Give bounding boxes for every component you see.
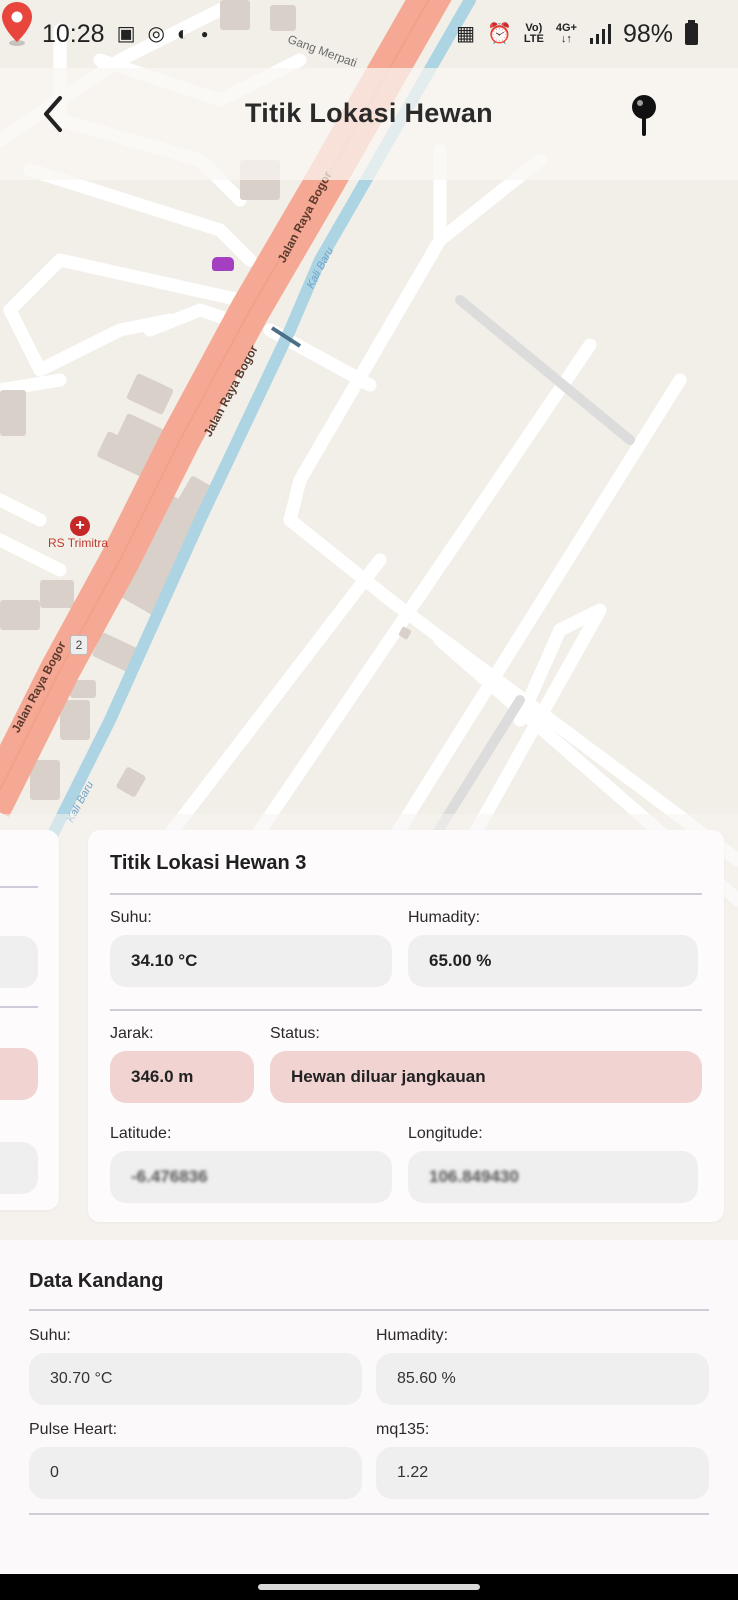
humidity-value: 65.00 % [408, 935, 698, 987]
status-value: Hewan diluar jangkauan [270, 1051, 702, 1103]
kandang-suhu-value: 30.70 °C [29, 1353, 362, 1405]
route-number-badge: 2 [70, 635, 88, 655]
volte-indicator: Vo) LTE [524, 23, 544, 45]
clock: 10:28 [42, 19, 105, 48]
kandang-humidity-value: 85.60 % [376, 1353, 709, 1405]
volte-bottom-text: LTE [523, 33, 544, 45]
latitude-label: Latitude: [110, 1125, 172, 1142]
longitude-value: 106.849430 [429, 1167, 519, 1186]
jarak-label: Jarak: [110, 1025, 154, 1042]
card-divider [110, 893, 702, 895]
previous-card-field [0, 936, 38, 988]
kandang-bottom-divider [29, 1513, 709, 1515]
kandang-pulse-label: Pulse Heart: [29, 1421, 118, 1438]
poi-label-hospital[interactable]: RS Trimitra [48, 536, 108, 550]
previous-card-field [0, 1048, 38, 1100]
kandang-divider [29, 1309, 709, 1311]
alarm-icon: ⏰ [486, 23, 512, 45]
humidity-label: Humadity: [408, 909, 481, 926]
data-arrows-text: ↓↑ [560, 33, 572, 45]
battery-percentage: 98% [622, 19, 673, 48]
longitude-label: Longitude: [408, 1125, 483, 1142]
card-title: Titik Lokasi Hewan 3 [110, 852, 307, 874]
previous-card-divider [0, 1006, 38, 1008]
suhu-value: 34.10 °C [110, 935, 392, 987]
sync-icon: ◎ [147, 23, 165, 45]
data-kandang-section: Data Kandang Suhu: 30.70 °C Humadity: 85… [0, 1240, 738, 1574]
app-bar: Titik Lokasi Hewan [0, 68, 738, 180]
animal-location-card[interactable]: Titik Lokasi Hewan 3 Suhu: 34.10 °C Huma… [88, 830, 724, 1222]
previous-location-card[interactable] [0, 830, 59, 1210]
kandang-title: Data Kandang [29, 1270, 164, 1292]
previous-card-divider [0, 886, 38, 888]
kandang-mq135-label: mq135: [376, 1421, 430, 1438]
status-label: Status: [270, 1025, 320, 1042]
signal-icon [589, 24, 611, 44]
edge-icon: ◐ [176, 23, 190, 45]
map-pin-icon[interactable] [628, 94, 660, 140]
system-navigation-bar [0, 1574, 738, 1600]
suhu-label: Suhu: [110, 909, 152, 926]
more-notifications-icon: ● [201, 27, 209, 41]
previous-card-field [0, 1142, 38, 1194]
latitude-value: -6.476836 [131, 1167, 208, 1186]
status-bar: 10:28 ▣ ◎ ◐ ● ▦ ⏰ Vo) LTE 4G+ ↓↑ 98% [0, 0, 738, 68]
building-icon: ▦ [456, 23, 475, 45]
car-icon [212, 257, 234, 271]
longitude-field: 106.849430 [408, 1151, 698, 1203]
data-indicator: 4G+ ↓↑ [556, 23, 577, 45]
jarak-value: 346.0 m [110, 1051, 254, 1103]
gallery-icon: ▣ [116, 23, 136, 45]
kandang-pulse-value: 0 [29, 1447, 362, 1499]
battery-icon [685, 20, 698, 45]
card-divider [110, 1009, 702, 1011]
kandang-mq135-value: 1.22 [376, 1447, 709, 1499]
latitude-field: -6.476836 [110, 1151, 392, 1203]
hospital-icon[interactable]: + [70, 516, 90, 536]
kandang-humidity-label: Humadity: [376, 1327, 449, 1344]
home-gesture-handle[interactable] [258, 1584, 480, 1590]
kandang-suhu-label: Suhu: [29, 1327, 71, 1344]
